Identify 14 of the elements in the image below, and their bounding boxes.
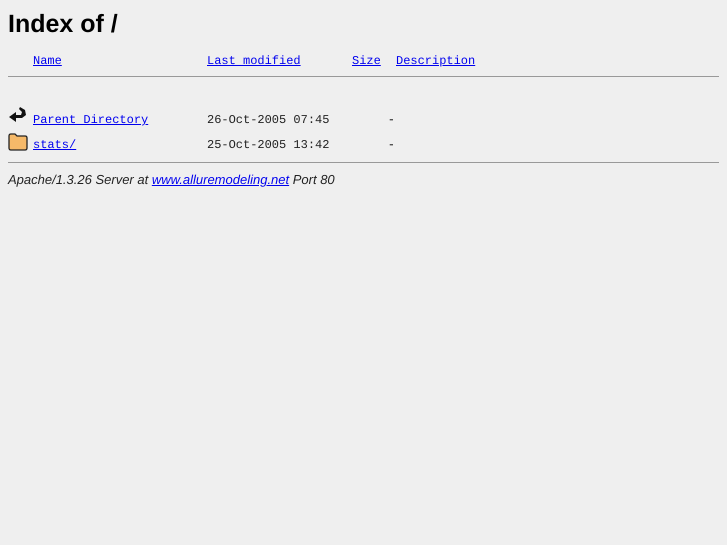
file-size: - (388, 113, 395, 127)
entry-link[interactable]: Parent Directory (33, 113, 148, 127)
column-header-link[interactable]: Description (396, 54, 476, 68)
server-signature: Apache/1.3.26 Server at www.alluremodeling.net Port 80 (8, 171, 336, 189)
page-title: Index of / (8, 9, 119, 39)
column-header-link[interactable]: Name (33, 54, 62, 68)
entry-link[interactable]: stats/ (33, 138, 76, 152)
folder-icon (8, 133, 28, 151)
file-size: - (388, 138, 395, 152)
modified-date: 25-Oct-2005 13:42 (207, 138, 330, 152)
column-header-link[interactable]: Last modified (207, 54, 301, 68)
server-link[interactable]: www.alluremodeling.net (152, 172, 290, 187)
column-header-link[interactable]: Size (352, 54, 381, 68)
modified-date: 26-Oct-2005 07:45 (207, 113, 330, 127)
